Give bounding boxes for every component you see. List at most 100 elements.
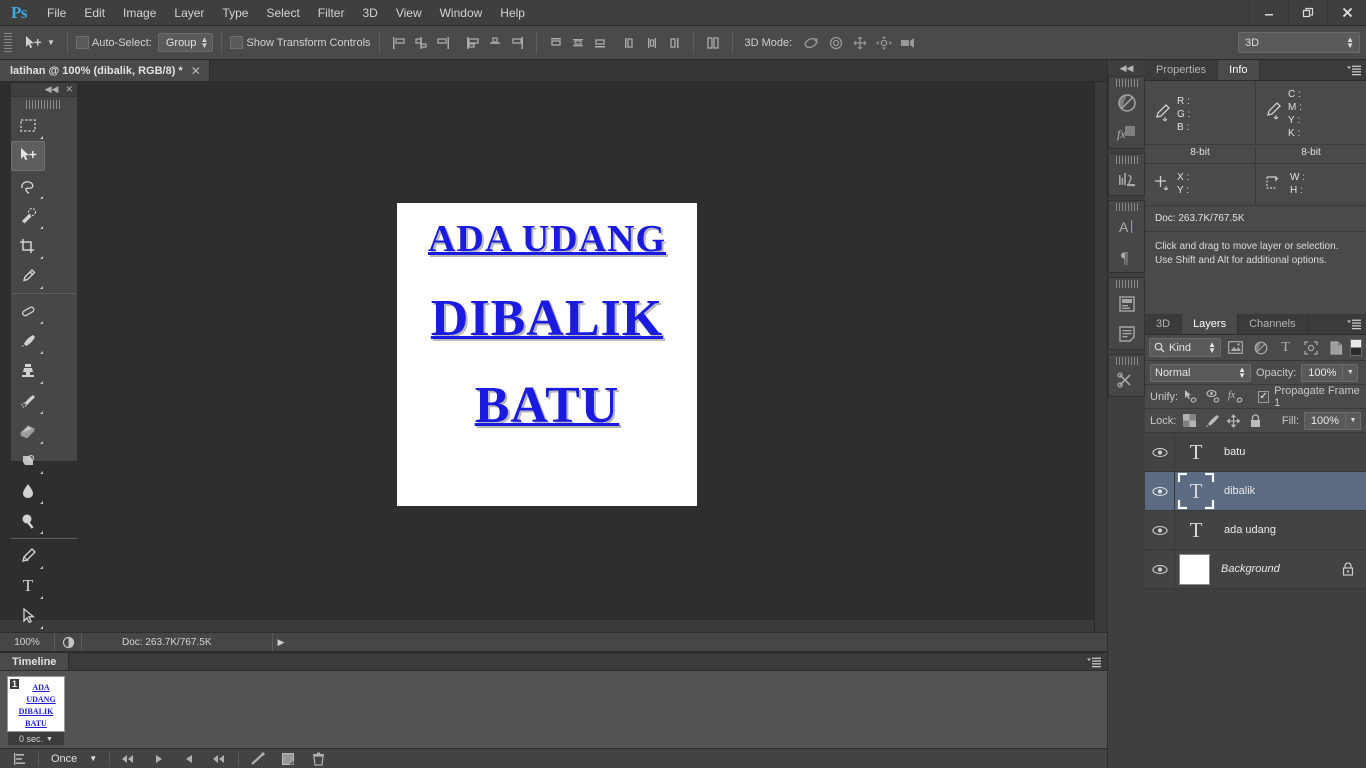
roll-3d-object-button[interactable]	[824, 33, 848, 53]
smartobject-filter-icon[interactable]	[1325, 338, 1346, 358]
canvas-vertical-scrollbar[interactable]	[1094, 82, 1107, 632]
pen-tool[interactable]	[11, 541, 45, 571]
collapse-icon[interactable]: ◀◀	[45, 84, 59, 95]
layer-visibility-toggle[interactable]	[1145, 549, 1175, 589]
tab-3d[interactable]: 3D	[1145, 314, 1183, 334]
tool-presets-icon[interactable]	[1109, 366, 1145, 396]
propagate-frame-checkbox[interactable]: ✓	[1257, 390, 1270, 403]
paragraph-icon[interactable]: ¶	[1109, 242, 1145, 272]
menu-help[interactable]: Help	[491, 2, 534, 24]
menu-layer[interactable]: Layer	[165, 2, 213, 24]
layer-row-batu[interactable]: T batu	[1145, 432, 1366, 472]
crop-tool[interactable]	[11, 231, 45, 261]
frame-delay-select[interactable]: 0 sec. ▼	[8, 731, 64, 745]
panel-menu-icon[interactable]	[1347, 65, 1361, 76]
expand-panels-icon[interactable]: ◀◀	[1108, 60, 1145, 76]
lasso-tool[interactable]	[11, 171, 45, 201]
eraser-tool[interactable]	[11, 416, 45, 446]
convert-to-video-timeline-button[interactable]	[4, 749, 34, 768]
eyedropper-tool[interactable]	[11, 261, 45, 291]
blend-mode-select[interactable]: Normal ▲ ▼	[1150, 363, 1251, 382]
histogram-icon[interactable]	[1109, 165, 1145, 195]
distribute-top-edges-button[interactable]	[545, 33, 567, 53]
restore-button[interactable]	[1288, 0, 1327, 25]
path-selection-tool[interactable]	[11, 601, 45, 631]
layer-thumbnail[interactable]: T	[1179, 435, 1213, 469]
tab-channels[interactable]: Channels	[1238, 314, 1308, 334]
fill-dropdown-icon[interactable]: ▼	[1346, 411, 1361, 430]
lock-all-icon[interactable]	[1247, 412, 1264, 430]
menu-file[interactable]: File	[38, 2, 75, 24]
play-animation-button[interactable]	[174, 749, 204, 768]
shape-filter-icon[interactable]	[1300, 338, 1321, 358]
layer-thumbnail[interactable]: T	[1179, 513, 1213, 547]
filter-kind-select[interactable]: Kind ▲ ▼	[1149, 338, 1221, 357]
close-icon[interactable]: ✕	[191, 64, 201, 78]
panel-menu-icon[interactable]	[1087, 657, 1101, 668]
marquee-tool[interactable]	[11, 111, 45, 141]
loop-option-select[interactable]: Once ▼	[43, 753, 105, 765]
dock-grip[interactable]	[1115, 280, 1138, 288]
menu-view[interactable]: View	[387, 2, 431, 24]
timeline-frames-area[interactable]: 1 ADA UDANG DIBALIK BATU 0 sec. ▼	[0, 671, 1107, 749]
adjustment-filter-icon[interactable]	[1250, 338, 1271, 358]
layer-name[interactable]: ada udang	[1213, 524, 1366, 536]
opacity-dropdown-icon[interactable]: ▼	[1343, 363, 1359, 382]
styles-icon[interactable]: fx	[1109, 118, 1145, 148]
history-brush-tool[interactable]	[11, 386, 45, 416]
blur-tool[interactable]	[11, 476, 45, 506]
move-tool[interactable]	[11, 141, 45, 171]
distribute-vertical-centers-button[interactable]	[567, 33, 589, 53]
select-previous-frame-button[interactable]	[144, 749, 174, 768]
notes-icon[interactable]	[1109, 319, 1145, 349]
menu-filter[interactable]: Filter	[309, 2, 354, 24]
dock-grip[interactable]	[1115, 203, 1138, 211]
layer-name[interactable]: dibalik	[1213, 485, 1366, 497]
delete-frame-button[interactable]	[303, 749, 333, 768]
align-horizontal-centers-button[interactable]	[410, 33, 432, 53]
distribute-bottom-edges-button[interactable]	[589, 33, 611, 53]
tab-info[interactable]: Info	[1218, 60, 1260, 80]
preview-icon[interactable]	[55, 636, 81, 649]
duplicate-frame-button[interactable]	[273, 749, 303, 768]
character-icon[interactable]: A	[1109, 212, 1145, 242]
layer-visibility-toggle[interactable]	[1145, 432, 1175, 472]
menu-type[interactable]: Type	[213, 2, 257, 24]
menu-edit[interactable]: Edit	[75, 2, 114, 24]
unify-style-icon[interactable]: fx	[1228, 388, 1247, 406]
minimize-button[interactable]	[1249, 0, 1288, 25]
panel-menu-icon[interactable]	[1347, 319, 1361, 330]
scale-3d-object-button[interactable]	[896, 33, 920, 53]
lock-image-icon[interactable]	[1203, 412, 1220, 430]
dodge-tool[interactable]	[11, 506, 45, 536]
align-right-edges-button[interactable]	[432, 33, 454, 53]
layer-visibility-toggle[interactable]	[1145, 510, 1175, 550]
clone-stamp-tool[interactable]	[11, 356, 45, 386]
close-button[interactable]	[1327, 0, 1366, 25]
layer-comps-icon[interactable]	[1109, 289, 1145, 319]
options-grip[interactable]	[4, 32, 12, 53]
layer-name[interactable]: batu	[1213, 446, 1366, 458]
close-icon[interactable]: ✕	[65, 84, 73, 95]
layer-row-dibalik[interactable]: T dibalik	[1145, 471, 1366, 511]
auto-select-scope-select[interactable]: Group ▲ ▼	[157, 33, 214, 52]
current-tool-preset[interactable]: ▼	[18, 31, 59, 55]
filter-enable-toggle[interactable]	[1350, 339, 1362, 356]
distribute-right-edges-button[interactable]	[663, 33, 685, 53]
healing-brush-tool[interactable]	[11, 296, 45, 326]
select-next-frame-button[interactable]	[204, 749, 234, 768]
layer-thumbnail[interactable]	[1179, 553, 1210, 585]
document-tab[interactable]: latihan @ 100% (dibalik, RGB/8) * ✕	[0, 60, 210, 81]
animation-frame[interactable]: 1 ADA UDANG DIBALIK BATU 0 sec. ▼	[7, 676, 65, 745]
artboard[interactable]: ADA UDANG DIBALIK BATU	[397, 203, 697, 506]
tab-properties[interactable]: Properties	[1145, 60, 1219, 80]
frame-thumbnail[interactable]: 1 ADA UDANG DIBALIK BATU	[7, 676, 65, 732]
tab-timeline[interactable]: Timeline	[0, 653, 70, 670]
adjustments-icon[interactable]	[1109, 88, 1145, 118]
canvas-area[interactable]: ADA UDANG DIBALIK BATU	[0, 82, 1107, 632]
align-left-edges-button[interactable]	[388, 33, 410, 53]
dock-grip[interactable]	[1115, 357, 1138, 365]
menu-window[interactable]: Window	[431, 2, 492, 24]
type-tool[interactable]: T	[11, 571, 45, 601]
gradient-tool[interactable]	[11, 446, 45, 476]
